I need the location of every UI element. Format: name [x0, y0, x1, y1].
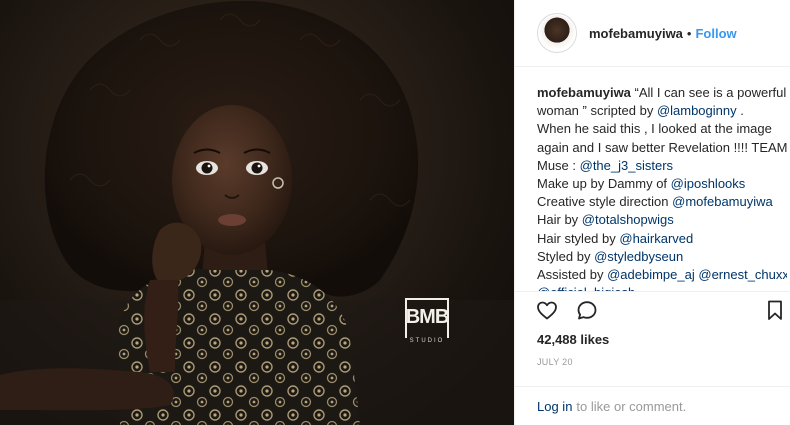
caption-line: Creative style direction @mofebamuyiwa: [537, 193, 787, 211]
caption-text: again and I saw better Revelation !!!! T…: [537, 139, 787, 155]
login-link[interactable]: Log in: [537, 399, 572, 414]
watermark-text: BMB: [405, 306, 450, 328]
caption-mention-link[interactable]: @mofebamuyiwa: [672, 194, 773, 209]
caption-mention-link[interactable]: @iposhlooks: [671, 176, 746, 191]
caption-text: Hair styled by: [537, 230, 620, 246]
caption-text: Make up by Dammy of: [537, 176, 671, 192]
login-prompt-text: to like or comment.: [576, 398, 687, 414]
header-username-link[interactable]: mofebamuyiwa: [589, 26, 683, 41]
header-separator: •: [686, 25, 692, 41]
comment-icon[interactable]: [575, 298, 599, 322]
caption-line: Muse : @the_j3_sisters: [537, 157, 787, 175]
caption-mention-link[interactable]: @ernest_chuxx: [698, 267, 787, 282]
caption-line: Styled by @styledbyseun: [537, 248, 787, 266]
caption-mention-link[interactable]: @hairkarved: [619, 231, 693, 246]
caption-line: @official_bigjosh: [537, 284, 787, 291]
caption-mention-link[interactable]: @lamboginny: [657, 103, 737, 118]
caption-line: again and I saw better Revelation !!!! T…: [537, 139, 787, 157]
caption-username-link[interactable]: mofebamuyiwa: [537, 85, 631, 100]
caption-text: Creative style direction: [537, 194, 673, 210]
studio-watermark-logo: BMB STUDIO: [403, 296, 451, 348]
post-caption: mofebamuyiwa “All I can see is a powerfu…: [537, 84, 787, 291]
post-photo[interactable]: BMB STUDIO: [0, 0, 514, 425]
caption-text: Hair by: [537, 212, 582, 228]
follow-button[interactable]: Follow: [695, 26, 736, 41]
watermark-subtext: STUDIO: [409, 338, 445, 344]
caption-text: Assisted by: [537, 267, 608, 283]
caption-line: When he said this , I looked at the imag…: [537, 120, 787, 138]
caption-mention-link[interactable]: @adebimpe_aj: [607, 267, 695, 282]
caption-text: “All I can see is a powerful: [630, 85, 787, 100]
caption-text: Styled by: [537, 248, 595, 264]
caption-text: woman ” scripted by: [537, 103, 657, 119]
likes-count[interactable]: 42,488 likes: [537, 332, 609, 347]
post-side-panel: mofebamuyiwa • Follow mofebamuyiwa “All …: [514, 0, 790, 425]
caption-mention-link[interactable]: @totalshopwigs: [582, 212, 674, 227]
post-date[interactable]: JULY 20: [537, 357, 573, 367]
caption-text: When he said this , I looked at the imag…: [537, 121, 772, 137]
portrait-illustration: [0, 0, 514, 425]
caption-line: Hair by @totalshopwigs: [537, 211, 787, 229]
caption-line: Make up by Dammy of @iposhlooks: [537, 175, 787, 193]
caption-text: Muse :: [537, 157, 580, 173]
caption-text: .: [736, 103, 744, 119]
avatar[interactable]: [537, 13, 577, 53]
caption-line: woman ” scripted by @lamboginny .: [537, 102, 787, 120]
bookmark-icon[interactable]: [763, 298, 787, 322]
caption-line: Hair styled by @hairkarved: [537, 230, 787, 248]
caption-line: Assisted by @adebimpe_aj @ernest_chuxx: [537, 266, 787, 284]
login-prompt: Log in to like or comment.: [515, 386, 790, 425]
avatar-image: [539, 15, 575, 51]
post-header: mofebamuyiwa • Follow: [515, 0, 790, 67]
caption-line: mofebamuyiwa “All I can see is a powerfu…: [537, 84, 787, 102]
caption-mention-link[interactable]: @styledbyseun: [594, 249, 683, 264]
action-bar: [515, 291, 790, 327]
caption-mention-link[interactable]: @the_j3_sisters: [580, 158, 673, 173]
heart-icon[interactable]: [535, 298, 559, 322]
